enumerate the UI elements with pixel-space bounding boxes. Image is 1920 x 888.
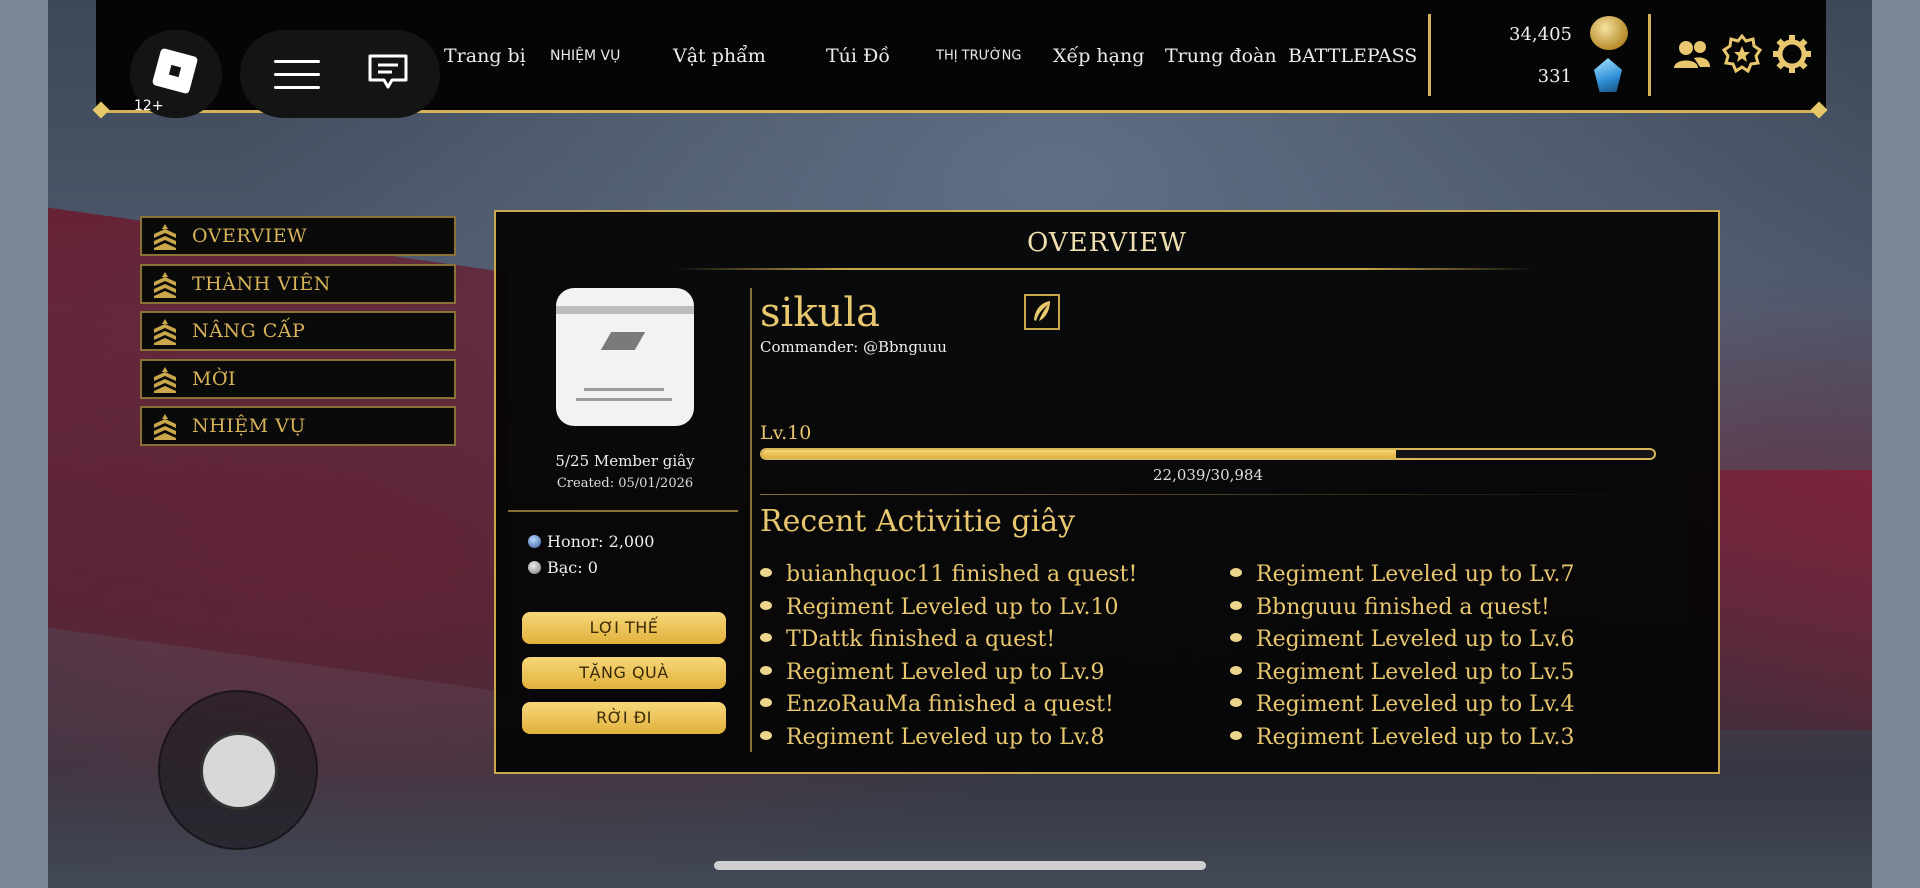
- silver-stat: Bạc: 0: [528, 558, 598, 577]
- sidebar-item-label: MỜI: [192, 368, 237, 390]
- bullet-icon: [760, 666, 772, 675]
- sidebar-item-invite[interactable]: MỜI: [140, 359, 456, 399]
- hamburger-menu-icon[interactable]: [274, 60, 320, 89]
- scene-edge-right: [1872, 0, 1920, 888]
- regiment-level: Lv.10: [760, 422, 812, 444]
- activity-item: EnzoRauMa finished a quest!: [760, 692, 1114, 717]
- nav-xep-hang[interactable]: Xếp hạng: [1053, 45, 1144, 67]
- regiment-emblem: [556, 288, 694, 426]
- joystick-thumb[interactable]: [200, 732, 278, 810]
- nav-thi-truong[interactable]: THỊ TRƯỜNG: [936, 49, 1021, 64]
- nav-battlepass[interactable]: BATTLEPASS: [1288, 45, 1417, 67]
- scene-edge-left: [0, 0, 48, 888]
- gold-coin-icon: [1590, 16, 1628, 50]
- activity-item: Regiment Leveled up to Lv.5: [1230, 660, 1575, 685]
- recent-activity-title: Recent Activitie giây: [760, 504, 1076, 539]
- gem-amount: 331: [1537, 66, 1572, 87]
- nav-tui-do[interactable]: Túi Đồ: [826, 45, 890, 67]
- chat-icon[interactable]: [366, 52, 410, 92]
- xp-text: 22,039/30,984: [1152, 466, 1264, 484]
- bullet-icon: [1230, 601, 1242, 610]
- chevron-rank-icon: [154, 414, 176, 440]
- regiment-name: sikula: [760, 290, 880, 336]
- activity-item: Regiment Leveled up to Lv.9: [760, 660, 1105, 685]
- bullet-icon: [1230, 568, 1242, 577]
- settings-gear-icon[interactable]: [1772, 34, 1812, 74]
- bullet-icon: [1230, 698, 1242, 707]
- sidebar-item-label: NÂNG CẤP: [192, 320, 306, 342]
- bullet-icon: [1230, 731, 1242, 740]
- silver-icon: [528, 561, 541, 574]
- vertical-divider: [750, 288, 752, 752]
- sidebar-item-quests[interactable]: NHIỆM VỤ: [140, 406, 456, 446]
- movement-joystick[interactable]: [158, 690, 318, 850]
- roblox-logo-icon: [151, 47, 199, 95]
- activity-item: Bbnguuu finished a quest!: [1230, 595, 1550, 620]
- top-bar-separator: [1648, 14, 1651, 96]
- bullet-icon: [760, 568, 772, 577]
- created-date: Created: 05/01/2026: [556, 476, 694, 491]
- edit-name-button[interactable]: [1024, 294, 1060, 330]
- badge-icon[interactable]: [1722, 34, 1762, 74]
- sidebar-item-label: THÀNH VIÊN: [192, 273, 331, 295]
- sidebar-item-overview[interactable]: OVERVIEW: [140, 216, 456, 256]
- top-bar-separator: [1428, 14, 1431, 96]
- gift-button[interactable]: TẶNG QUÀ: [522, 657, 726, 689]
- xp-divider: [760, 494, 1656, 495]
- bullet-icon: [760, 601, 772, 610]
- gold-amount: 34,405: [1509, 24, 1572, 45]
- nav-nhiem-vu[interactable]: NHIỆM VỤ: [550, 48, 620, 64]
- chevron-rank-icon: [154, 319, 176, 345]
- activity-item: Regiment Leveled up to Lv.7: [1230, 562, 1575, 587]
- activity-item: TDattk finished a quest!: [760, 627, 1055, 652]
- home-indicator[interactable]: [714, 861, 1206, 870]
- nav-trang-bi[interactable]: Trang bị: [444, 45, 526, 67]
- bullet-icon: [1230, 633, 1242, 642]
- overview-panel: OVERVIEW 5/25 Member giây Created: 05/01…: [494, 210, 1720, 774]
- left-divider: [508, 510, 738, 512]
- quill-edit-icon: [1034, 301, 1050, 321]
- nav-trung-doan[interactable]: Trung đoàn: [1165, 45, 1277, 67]
- friends-icon[interactable]: [1672, 34, 1712, 74]
- chevron-rank-icon: [154, 224, 176, 250]
- chevron-rank-icon: [154, 272, 176, 298]
- silver-value: Bạc: 0: [547, 558, 598, 577]
- title-divider: [676, 268, 1536, 270]
- member-count: 5/25 Member giây: [555, 452, 695, 470]
- bullet-icon: [1230, 666, 1242, 675]
- chevron-rank-icon: [154, 367, 176, 393]
- activity-item: Regiment Leveled up to Lv.4: [1230, 692, 1575, 717]
- perks-button[interactable]: LỢI THẾ: [522, 612, 726, 644]
- bullet-icon: [760, 731, 772, 740]
- sidebar-item-upgrade[interactable]: NÂNG CẤP: [140, 311, 456, 351]
- bullet-icon: [760, 633, 772, 642]
- activity-item: Regiment Leveled up to Lv.6: [1230, 627, 1575, 652]
- sidebar-item-label: NHIỆM VỤ: [192, 415, 306, 437]
- xp-progress-fill: [762, 450, 1397, 458]
- activity-item: Regiment Leveled up to Lv.8: [760, 725, 1105, 750]
- honor-icon: [528, 535, 541, 548]
- scene-floor: [48, 768, 1872, 888]
- xp-progress-bar: [760, 448, 1656, 460]
- sidebar-item-members[interactable]: THÀNH VIÊN: [140, 264, 456, 304]
- activity-item: Regiment Leveled up to Lv.3: [1230, 725, 1575, 750]
- commander-label: Commander: @Bbnguuu: [760, 338, 947, 356]
- sidebar-item-label: OVERVIEW: [192, 225, 308, 247]
- menu-chat-group: [240, 30, 440, 118]
- activity-item: Regiment Leveled up to Lv.10: [760, 595, 1119, 620]
- activity-item: buianhquoc11 finished a quest!: [760, 562, 1137, 587]
- bullet-icon: [760, 698, 772, 707]
- leave-button[interactable]: RỜI ĐI: [522, 702, 726, 734]
- panel-title: OVERVIEW: [1026, 228, 1187, 258]
- honor-stat: Honor: 2,000: [528, 532, 654, 551]
- age-rating: 12+: [134, 98, 164, 114]
- honor-value: Honor: 2,000: [547, 532, 655, 551]
- nav-vat-pham[interactable]: Vật phẩm: [673, 45, 766, 67]
